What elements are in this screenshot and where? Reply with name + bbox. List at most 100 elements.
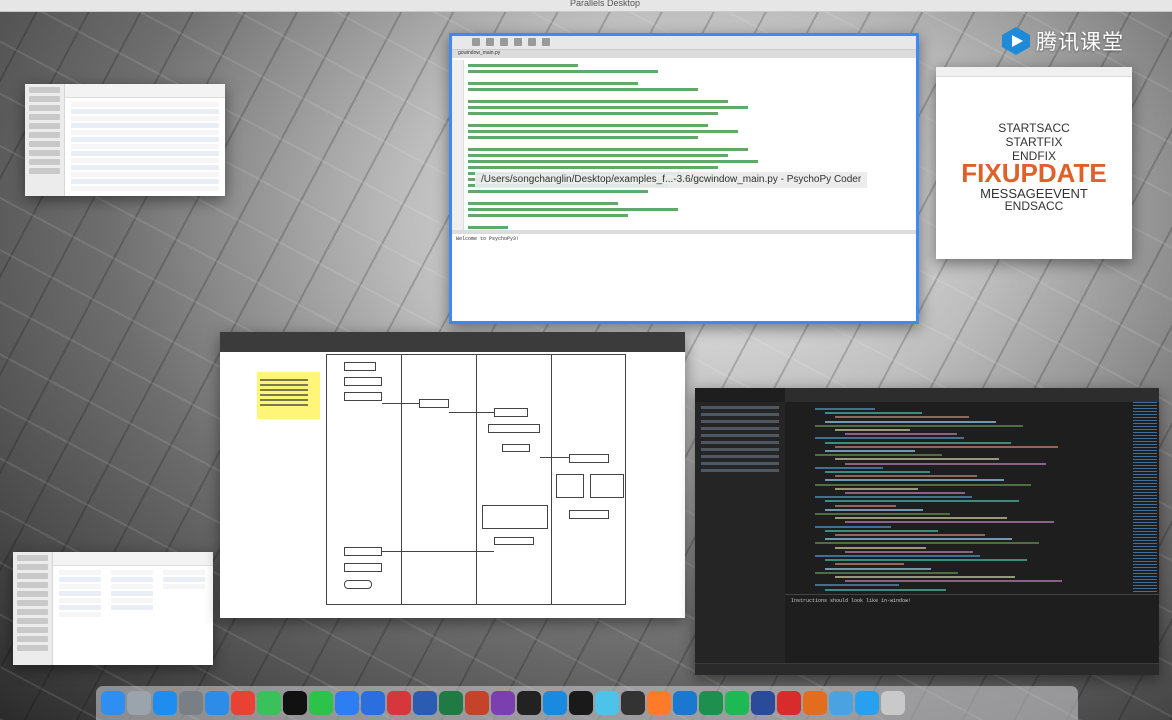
status-bar bbox=[695, 663, 1159, 675]
code-line bbox=[468, 82, 638, 85]
finder-icon[interactable] bbox=[101, 691, 125, 715]
pdf-icon[interactable] bbox=[777, 691, 801, 715]
finder-toolbar bbox=[53, 552, 213, 566]
activity-icon[interactable] bbox=[621, 691, 645, 715]
code-line bbox=[835, 487, 918, 490]
code-line bbox=[825, 420, 996, 423]
code-line bbox=[825, 567, 931, 570]
dingtalk-icon[interactable] bbox=[361, 691, 385, 715]
redo-icon[interactable] bbox=[528, 38, 536, 46]
launchpad-icon[interactable] bbox=[127, 691, 151, 715]
code-line bbox=[468, 88, 698, 91]
code-line bbox=[468, 208, 678, 211]
flow-node bbox=[590, 474, 624, 498]
terminal-panel[interactable]: Instructions should look like in-window! bbox=[785, 594, 1159, 663]
chrome-icon[interactable] bbox=[231, 691, 255, 715]
code-line bbox=[815, 466, 883, 469]
new-file-icon[interactable] bbox=[472, 38, 480, 46]
code-line bbox=[835, 475, 977, 478]
matlab-icon[interactable] bbox=[803, 691, 827, 715]
vscode-window[interactable]: Instructions should look like in-window! bbox=[695, 388, 1159, 675]
flow-edge bbox=[540, 457, 569, 458]
code-line bbox=[835, 546, 926, 549]
undo-icon[interactable] bbox=[514, 38, 522, 46]
wordcloud-menu bbox=[936, 67, 1132, 77]
code-line bbox=[845, 492, 965, 494]
excel-icon[interactable] bbox=[439, 691, 463, 715]
finder-window-bottom[interactable] bbox=[13, 552, 213, 665]
messages-icon[interactable] bbox=[257, 691, 281, 715]
word-icon[interactable] bbox=[413, 691, 437, 715]
line-gutter bbox=[452, 60, 464, 230]
code-line bbox=[468, 100, 728, 103]
flow-node bbox=[344, 377, 382, 386]
xcode-icon[interactable] bbox=[543, 691, 567, 715]
onenote-icon[interactable] bbox=[491, 691, 515, 715]
wordcloud-window[interactable]: STARTSACC STARTFIX ENDFIX FIXUPDATE MESS… bbox=[936, 67, 1132, 259]
run-icon[interactable] bbox=[542, 38, 550, 46]
trash-icon[interactable] bbox=[881, 691, 905, 715]
code-line bbox=[468, 160, 758, 163]
mindnode-icon[interactable] bbox=[595, 691, 619, 715]
code-line bbox=[845, 550, 973, 553]
code-line bbox=[845, 580, 1062, 583]
code-line bbox=[815, 424, 1023, 427]
code-line bbox=[468, 112, 718, 115]
finder-window-top[interactable] bbox=[25, 84, 225, 196]
system-prefs-icon[interactable] bbox=[179, 691, 203, 715]
tencent-icon[interactable] bbox=[387, 691, 411, 715]
code-line bbox=[835, 445, 1058, 448]
powerpoint-icon[interactable] bbox=[465, 691, 489, 715]
code-line bbox=[835, 534, 985, 536]
flowchart-window[interactable] bbox=[220, 332, 685, 618]
classroom-icon[interactable] bbox=[855, 691, 879, 715]
flow-edge bbox=[382, 551, 494, 552]
shell-panel[interactable]: Welcome to PsychoPy3! bbox=[452, 230, 916, 321]
code-line bbox=[468, 202, 618, 205]
wechat-icon[interactable] bbox=[309, 691, 333, 715]
flow-node bbox=[556, 474, 584, 498]
code-line bbox=[825, 441, 1011, 444]
flow-node bbox=[344, 547, 382, 556]
folder-column-1 bbox=[55, 568, 105, 619]
code-line bbox=[845, 433, 957, 436]
swimlane-divider bbox=[401, 354, 402, 605]
flow-node bbox=[482, 505, 548, 529]
tencent-classroom-logo: 腾讯课堂 bbox=[1000, 26, 1124, 56]
terminal-icon[interactable] bbox=[517, 691, 541, 715]
sublime-icon[interactable] bbox=[647, 691, 671, 715]
code-line bbox=[835, 416, 969, 419]
folder-icon[interactable] bbox=[829, 691, 853, 715]
save-icon[interactable] bbox=[500, 38, 508, 46]
code-line bbox=[835, 576, 1015, 578]
vscode-icon[interactable] bbox=[673, 691, 697, 715]
qq-icon[interactable] bbox=[283, 691, 307, 715]
finder-sidebar bbox=[13, 552, 53, 665]
code-line bbox=[815, 437, 964, 440]
appstore-icon[interactable] bbox=[153, 691, 177, 715]
flow-node bbox=[494, 537, 534, 545]
explorer-sidebar[interactable] bbox=[695, 402, 785, 663]
spotify-icon[interactable] bbox=[725, 691, 749, 715]
terminal-output: Instructions should look like in-window! bbox=[791, 598, 912, 604]
code-line bbox=[825, 500, 1019, 503]
dock bbox=[96, 686, 1078, 720]
flow-node bbox=[569, 454, 609, 463]
code-editor[interactable] bbox=[785, 402, 1129, 594]
code-line bbox=[825, 508, 923, 511]
finder-toolbar bbox=[65, 84, 225, 98]
code-editor[interactable] bbox=[452, 60, 916, 230]
code-line bbox=[825, 471, 930, 473]
editor-tab[interactable]: gcwindow_main.py bbox=[452, 50, 916, 58]
flow-node bbox=[569, 510, 609, 519]
code-line bbox=[468, 214, 628, 217]
open-file-icon[interactable] bbox=[486, 38, 494, 46]
wecom-icon[interactable] bbox=[335, 691, 359, 715]
flow-node bbox=[502, 444, 530, 452]
flow-node bbox=[344, 392, 382, 401]
code-line bbox=[815, 408, 875, 410]
webex-icon[interactable] bbox=[751, 691, 775, 715]
pycharm-icon[interactable] bbox=[699, 691, 723, 715]
typora-icon[interactable] bbox=[569, 691, 593, 715]
safari-icon[interactable] bbox=[205, 691, 229, 715]
